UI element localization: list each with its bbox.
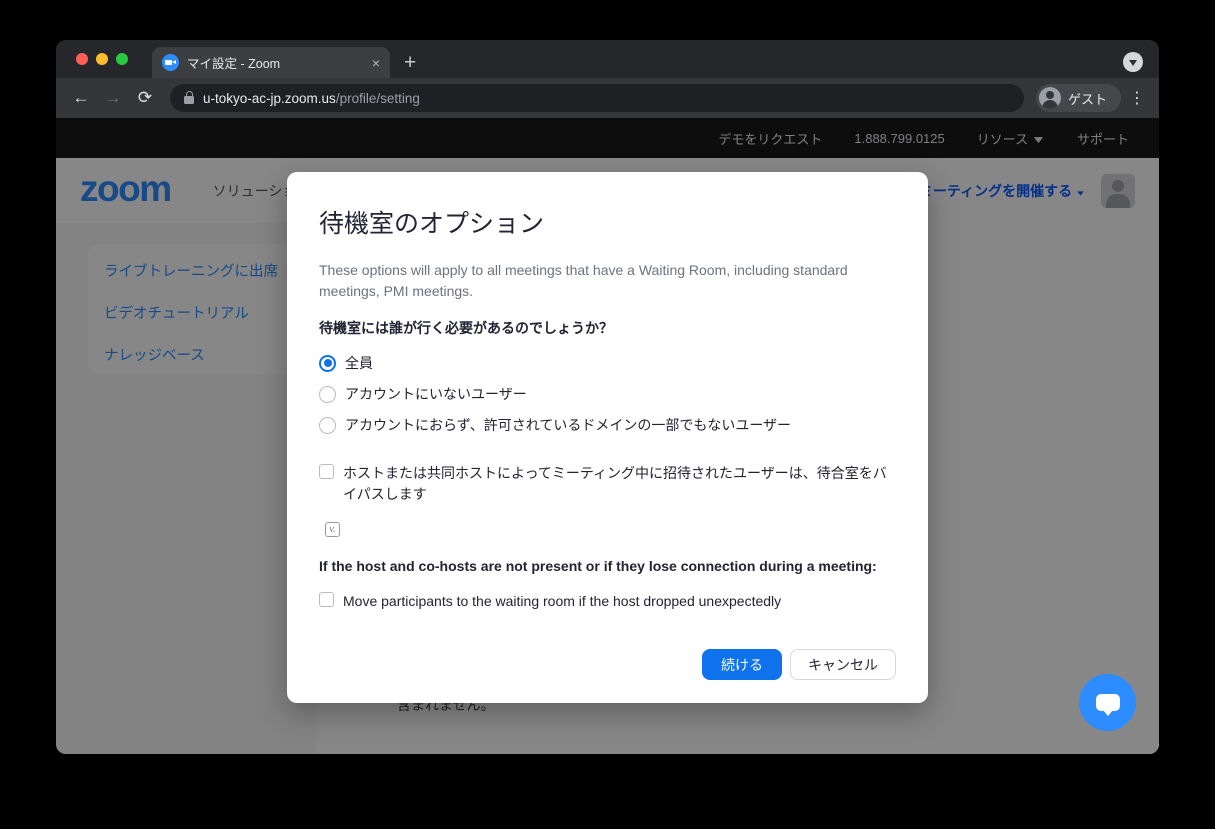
browser-window: マイ設定 - Zoom × + ← → ⟳ u-tokyo-ac-jp.zoom… [56, 40, 1159, 754]
browser-menu-icon[interactable]: ⋮ [1127, 88, 1147, 108]
radio-selected-icon[interactable] [319, 355, 336, 372]
broken-image-icon: v. [325, 522, 340, 537]
minimize-window-button[interactable] [96, 53, 108, 65]
waiting-room-options-dialog: 待機室のオプション These options will apply to al… [287, 172, 928, 703]
chat-bubble-icon [1096, 694, 1120, 711]
browser-toolbar: ← → ⟳ u-tokyo-ac-jp.zoom.us/profile/sett… [56, 78, 1159, 118]
reload-button[interactable]: ⟳ [132, 88, 158, 108]
waiting-room-target-radio-group: 全員 アカウントにいないユーザー アカウントにおらず、許可されているドメインの一… [319, 353, 896, 435]
browser-tab[interactable]: マイ設定 - Zoom × [152, 47, 390, 78]
close-window-button[interactable] [76, 53, 88, 65]
dialog-description: These options will apply to all meetings… [319, 260, 864, 302]
url-text: u-tokyo-ac-jp.zoom.us/profile/setting [203, 91, 420, 106]
lock-icon [184, 96, 194, 104]
window-controls [76, 53, 128, 65]
fullscreen-window-button[interactable] [116, 53, 128, 65]
guest-avatar-icon [1039, 87, 1061, 109]
browser-profile-button[interactable]: ゲスト [1036, 84, 1121, 112]
radio-unselected-icon[interactable] [319, 417, 336, 434]
forward-button[interactable]: → [100, 88, 126, 108]
tab-close-icon[interactable]: × [372, 56, 380, 70]
url-path: /profile/setting [336, 91, 420, 106]
radio-option-everyone[interactable]: 全員 [319, 353, 896, 373]
bypass-waiting-room-option[interactable]: ホストまたは共同ホストによってミーティング中に招待されたユーザーは、待合室をバイ… [319, 463, 896, 505]
move-participants-option[interactable]: Move participants to the waiting room if… [319, 591, 896, 612]
new-tab-button[interactable]: + [404, 52, 416, 73]
guest-label: ゲスト [1068, 89, 1107, 108]
chevron-down-icon [1129, 60, 1137, 66]
dialog-actions: 続ける キャンセル [702, 649, 896, 680]
tab-title: マイ設定 - Zoom [187, 53, 364, 72]
continue-button[interactable]: 続ける [702, 649, 782, 680]
dialog-title: 待機室のオプション [319, 204, 896, 240]
back-button[interactable]: ← [68, 88, 94, 108]
checkbox-unchecked-icon[interactable] [319, 464, 334, 479]
tab-strip: マイ設定 - Zoom × + [56, 40, 1159, 78]
browser-profile-chevron-button[interactable] [1123, 52, 1143, 72]
cancel-button[interactable]: キャンセル [790, 649, 896, 680]
radio-option-users-not-in-account-or-domain[interactable]: アカウントにおらず、許可されているドメインの一部でもないユーザー [319, 415, 896, 435]
address-bar[interactable]: u-tokyo-ac-jp.zoom.us/profile/setting [170, 84, 1024, 112]
url-host: u-tokyo-ac-jp.zoom.us [203, 91, 336, 106]
dialog-question: 待機室には誰が行く必要があるのでしょうか？ [319, 318, 896, 338]
checkbox-unchecked-icon[interactable] [319, 592, 334, 607]
chat-support-button[interactable] [1079, 674, 1136, 731]
zoom-favicon-icon [162, 54, 179, 71]
radio-unselected-icon[interactable] [319, 386, 336, 403]
host-absent-heading: If the host and co-hosts are not present… [319, 558, 896, 574]
radio-option-users-not-in-account[interactable]: アカウントにいないユーザー [319, 384, 896, 404]
